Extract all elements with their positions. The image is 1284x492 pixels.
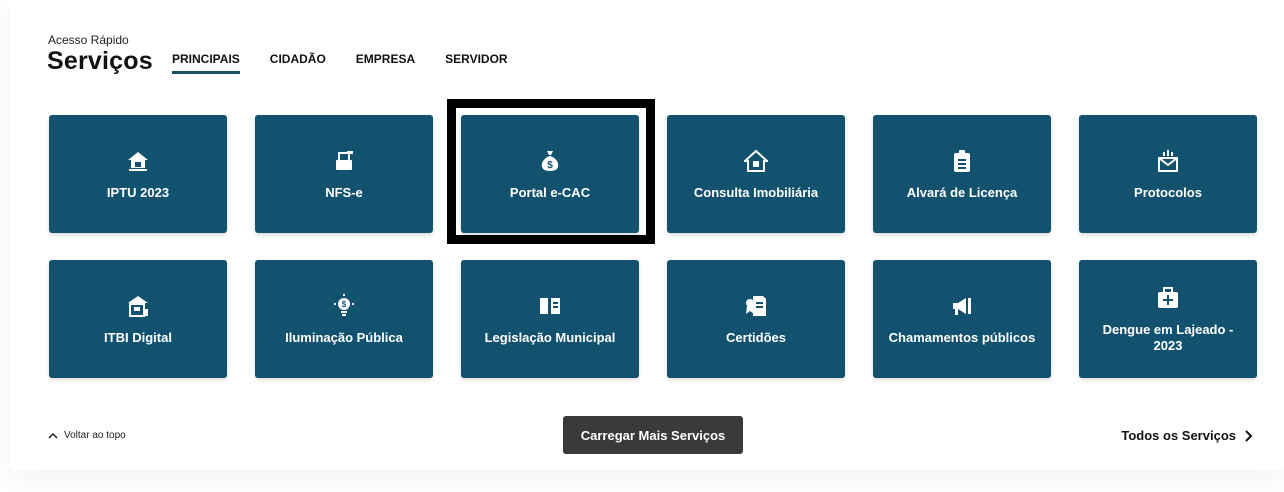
service-label: Portal e-CAC <box>509 185 591 200</box>
service-card-dengue[interactable]: Dengue em Lajeado - 2023 <box>1079 260 1257 378</box>
chevron-up-icon <box>48 432 58 439</box>
service-label: Dengue em Lajeado - 2023 <box>1102 322 1234 353</box>
services-grid: IPTU 2023 NFS-e $ Portal e-CAC Consulta … <box>49 115 1257 378</box>
book-icon <box>536 292 564 320</box>
tab-cidadao[interactable]: CIDADÃO <box>270 52 326 72</box>
certificate-icon <box>742 292 770 320</box>
service-card-nfse[interactable]: NFS-e <box>255 115 433 233</box>
tab-empresa[interactable]: EMPRESA <box>356 52 415 72</box>
service-card-certidoes[interactable]: Certidões <box>667 260 845 378</box>
all-services-label: Todos os Serviços <box>1121 428 1236 443</box>
money-bag-icon: $ <box>536 147 564 175</box>
service-card-alvara[interactable]: Alvará de Licença <box>873 115 1051 233</box>
service-card-chamamentos[interactable]: Chamamentos públicos <box>873 260 1051 378</box>
megaphone-icon <box>948 292 976 320</box>
tab-principais[interactable]: PRINCIPAIS <box>172 52 240 74</box>
svg-text:$: $ <box>547 160 553 171</box>
service-label: Certidões <box>726 330 786 345</box>
service-label: Consulta Imobiliária <box>693 185 819 200</box>
service-card-itbi[interactable]: ITBI Digital <box>49 260 227 378</box>
load-more-button[interactable]: Carregar Mais Serviços <box>563 416 743 454</box>
service-label: ITBI Digital <box>104 330 172 345</box>
envelope-icon <box>1154 147 1182 175</box>
service-card-iptu[interactable]: IPTU 2023 <box>49 115 227 233</box>
service-label: Chamamentos públicos <box>888 330 1036 345</box>
section-kicker: Acesso Rápido <box>48 33 129 47</box>
back-to-top-label: Voltar ao topo <box>64 430 126 441</box>
service-label: Legislação Municipal <box>484 330 616 345</box>
service-card-consulta-imobiliaria[interactable]: Consulta Imobiliária <box>667 115 845 233</box>
service-card-protocolos[interactable]: Protocolos <box>1079 115 1257 233</box>
chevron-right-icon <box>1245 429 1253 442</box>
back-to-top-link[interactable]: Voltar ao topo <box>48 430 126 441</box>
svg-text:$: $ <box>342 300 347 309</box>
lightbulb-icon: $ <box>330 292 358 320</box>
first-aid-icon <box>1154 284 1182 312</box>
service-card-ecac[interactable]: $ Portal e-CAC <box>461 115 639 233</box>
clipboard-icon <box>948 147 976 175</box>
service-label: IPTU 2023 <box>106 185 170 200</box>
invoice-machine-icon <box>330 147 358 175</box>
services-tabs: PRINCIPAIS CIDADÃO EMPRESA SERVIDOR <box>172 52 538 74</box>
house-icon <box>742 147 770 175</box>
service-label: Protocolos <box>1134 185 1202 200</box>
service-card-iluminacao[interactable]: $ Iluminação Pública <box>255 260 433 378</box>
service-label: Alvará de Licença <box>906 185 1018 200</box>
service-label: NFS-e <box>325 185 363 200</box>
section-title: Serviços <box>47 47 153 75</box>
all-services-link[interactable]: Todos os Serviços <box>1121 428 1254 443</box>
tab-servidor[interactable]: SERVIDOR <box>445 52 507 72</box>
service-card-legislacao[interactable]: Legislação Municipal <box>461 260 639 378</box>
house-tax-icon <box>124 147 152 175</box>
service-label: Iluminação Pública <box>285 330 403 345</box>
building-icon <box>124 292 152 320</box>
